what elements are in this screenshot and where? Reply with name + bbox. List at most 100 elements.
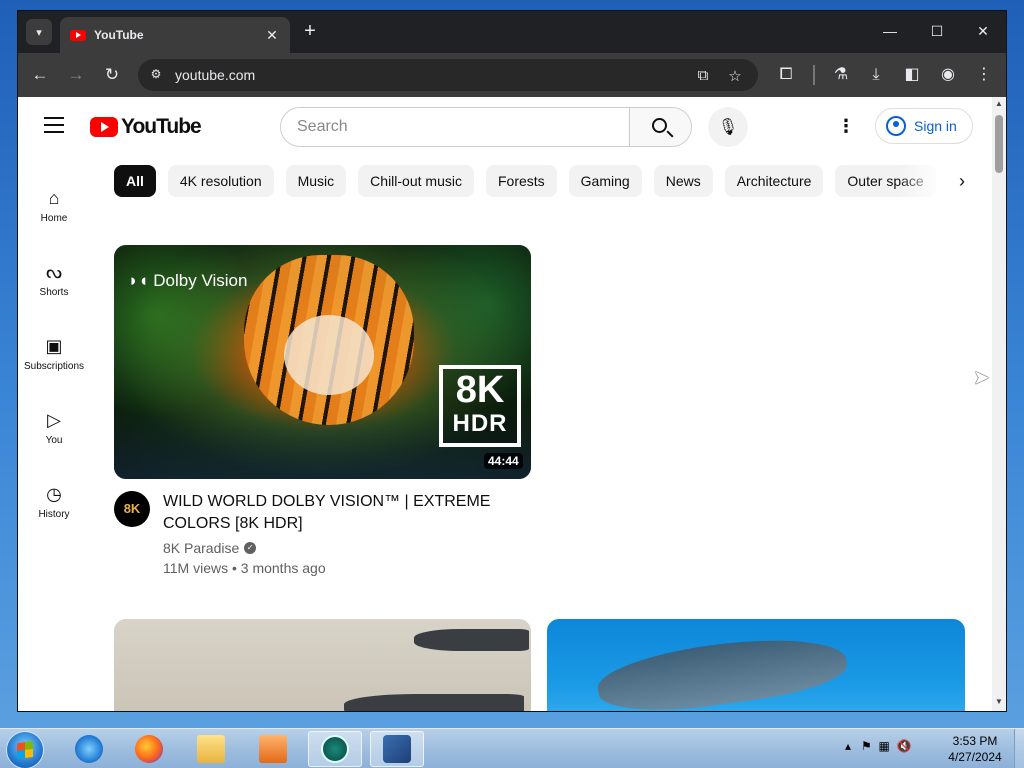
youtube-logo-icon bbox=[90, 117, 118, 137]
mouse-cursor-icon: ➤ bbox=[973, 367, 990, 389]
search-button[interactable] bbox=[629, 108, 691, 146]
tab-close-button[interactable]: ✕ bbox=[264, 27, 280, 44]
channel-name-text: 8K Paradise bbox=[163, 540, 240, 556]
badge-8k-text: 8K bbox=[455, 369, 505, 411]
video-thumbnail[interactable]: ◗◖ Dolby Vision 8K HDR 44:44 bbox=[114, 245, 531, 479]
minimize-button[interactable]: — bbox=[870, 19, 910, 43]
taskbar: ▴ ⚑ ▦ 🔇 3:53 PM 4/27/2024 bbox=[0, 728, 1024, 768]
channel-name[interactable]: 8K Paradise ✓ bbox=[163, 540, 257, 556]
taskbar-internet-explorer[interactable] bbox=[62, 731, 116, 767]
system-tray: ▴ ⚑ ▦ 🔇 bbox=[845, 739, 911, 753]
browser-window: ▾ YouTube ✕ + — ☐ ✕ ← → ↻ ⚙ youtube.com … bbox=[17, 10, 1007, 712]
shorts-icon: ᔓ bbox=[45, 262, 63, 282]
chip-chill-out-music[interactable]: Chill-out music bbox=[358, 165, 474, 197]
video-duration: 44:44 bbox=[484, 453, 523, 469]
video-thumbnail-whale[interactable] bbox=[547, 619, 965, 711]
you-icon: ▷ bbox=[47, 410, 61, 430]
virtualbox-icon bbox=[383, 735, 411, 763]
youtube-logo[interactable]: YouTube bbox=[90, 115, 202, 139]
taskbar-virtualbox[interactable] bbox=[370, 731, 424, 767]
chip-forests[interactable]: Forests bbox=[485, 165, 557, 197]
install-app-icon[interactable]: ⧉ bbox=[694, 67, 712, 84]
scroll-up-icon[interactable]: ▲ bbox=[992, 99, 1006, 108]
taskbar-chrome[interactable] bbox=[308, 731, 362, 767]
guide-menu-icon[interactable] bbox=[44, 117, 64, 133]
whale-image bbox=[594, 626, 850, 711]
taskbar-media-player[interactable] bbox=[246, 731, 300, 767]
action-center-flag-icon[interactable]: ⚑ bbox=[861, 739, 872, 753]
system-clock[interactable]: 3:53 PM 4/27/2024 bbox=[940, 733, 1010, 765]
guide-item-home[interactable]: ⌂ Home bbox=[18, 167, 90, 241]
clock-time: 3:53 PM bbox=[952, 734, 998, 748]
side-panel-icon[interactable]: ◧ bbox=[900, 63, 924, 87]
settings-more-icon[interactable]: ⋮ bbox=[836, 115, 856, 137]
video-title[interactable]: WILD WORLD DOLBY VISION™ | EXTREME COLOR… bbox=[163, 491, 493, 535]
channel-avatar[interactable]: 8K bbox=[114, 491, 150, 527]
forward-button[interactable]: → bbox=[64, 63, 88, 87]
downloads-icon[interactable]: ⤓ bbox=[864, 63, 888, 87]
show-desktop-button[interactable] bbox=[1014, 729, 1024, 768]
guide-item-you[interactable]: ▷ You bbox=[18, 389, 90, 463]
taskbar-file-explorer[interactable] bbox=[184, 731, 238, 767]
folder-icon bbox=[197, 735, 225, 763]
reload-button[interactable]: ↻ bbox=[100, 63, 124, 87]
microphone-icon: 🎙 bbox=[717, 119, 739, 136]
chip-4k-resolution[interactable]: 4K resolution bbox=[167, 165, 274, 197]
chip-architecture[interactable]: Architecture bbox=[724, 165, 824, 197]
tab-youtube[interactable]: YouTube ✕ bbox=[60, 17, 290, 53]
close-window-button[interactable]: ✕ bbox=[963, 19, 1003, 43]
account-circle-icon bbox=[886, 116, 906, 136]
guide-item-label: You bbox=[45, 435, 63, 446]
guide-item-label: Subscriptions bbox=[23, 361, 85, 372]
tab-search-button[interactable]: ▾ bbox=[26, 19, 52, 45]
page-scrollbar[interactable]: ▲ ▼ bbox=[992, 97, 1006, 711]
guide-item-subscriptions[interactable]: ▣ Subscriptions bbox=[18, 315, 90, 389]
guide-item-history[interactable]: ◷ History bbox=[18, 463, 90, 537]
guide-item-shorts[interactable]: ᔓ Shorts bbox=[18, 241, 90, 315]
8k-hdr-badge: 8K HDR bbox=[439, 365, 521, 447]
toolbar-separator bbox=[813, 65, 815, 85]
home-icon: ⌂ bbox=[48, 188, 60, 208]
back-button[interactable]: ← bbox=[28, 63, 52, 87]
youtube-favicon-icon bbox=[70, 29, 86, 41]
history-icon: ◷ bbox=[46, 484, 62, 504]
chip-bar-fade bbox=[898, 161, 988, 201]
chip-news[interactable]: News bbox=[653, 165, 713, 197]
sign-in-label: Sign in bbox=[914, 118, 957, 134]
labs-flask-icon[interactable]: ⚗ bbox=[829, 63, 853, 87]
search-icon bbox=[652, 118, 667, 133]
firefox-icon bbox=[135, 735, 163, 763]
network-icon[interactable]: ▦ bbox=[878, 739, 889, 753]
tab-strip: ▾ YouTube ✕ + — ☐ ✕ bbox=[18, 11, 1006, 53]
show-hidden-icons-icon[interactable]: ▴ bbox=[845, 739, 851, 753]
bookmark-star-icon[interactable]: ☆ bbox=[726, 67, 744, 85]
media-player-icon bbox=[259, 735, 287, 763]
extensions-icon[interactable]: ⧠ bbox=[774, 63, 798, 87]
guide-item-label: History bbox=[38, 509, 70, 520]
chevron-right-icon[interactable]: › bbox=[950, 169, 974, 193]
chip-all[interactable]: All bbox=[114, 165, 156, 197]
new-tab-button[interactable]: + bbox=[300, 21, 320, 41]
scrollbar-thumb[interactable] bbox=[995, 115, 1003, 173]
voice-search-button[interactable]: 🎙 bbox=[708, 107, 748, 147]
guide-item-label: Shorts bbox=[39, 287, 69, 298]
address-bar[interactable]: ⚙ youtube.com ⧉ ☆ bbox=[138, 59, 758, 91]
taskbar-firefox[interactable] bbox=[122, 731, 176, 767]
chip-gaming[interactable]: Gaming bbox=[568, 165, 642, 197]
start-button[interactable] bbox=[6, 731, 44, 768]
guide-item-label: Home bbox=[40, 213, 68, 224]
scroll-down-icon[interactable]: ▼ bbox=[992, 697, 1006, 706]
clock-date: 4/27/2024 bbox=[948, 750, 1002, 764]
maximize-button[interactable]: ☐ bbox=[917, 19, 957, 43]
volume-muted-icon[interactable]: 🔇 bbox=[897, 739, 912, 753]
video-thumbnail-jets[interactable] bbox=[114, 619, 531, 711]
chip-music[interactable]: Music bbox=[285, 165, 347, 197]
verified-check-icon: ✓ bbox=[244, 542, 257, 554]
site-info-icon[interactable]: ⚙ bbox=[148, 67, 164, 83]
tiger-face-image bbox=[284, 315, 374, 395]
profile-icon[interactable]: ◉ bbox=[936, 63, 960, 87]
search-input[interactable] bbox=[281, 108, 629, 146]
badge-hdr-text: HDR bbox=[452, 410, 508, 437]
sign-in-button[interactable]: Sign in bbox=[875, 108, 973, 144]
chrome-menu-icon[interactable]: ⋮ bbox=[972, 63, 996, 87]
